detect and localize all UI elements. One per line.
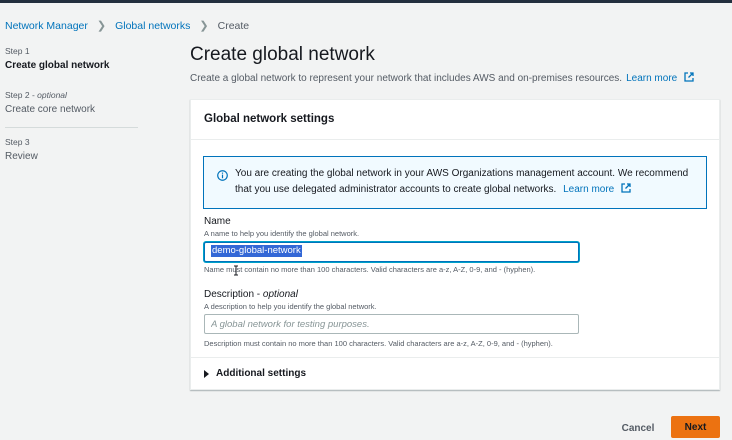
page-description-text: Create a global network to represent you… (190, 72, 623, 84)
step-2[interactable]: Step 2 - optional Create core network (5, 89, 140, 117)
alert-learn-more-link[interactable]: Learn more (563, 182, 631, 195)
info-icon (217, 170, 228, 181)
external-link-icon (621, 182, 631, 193)
additional-settings-expander[interactable]: Additional settings (204, 368, 306, 379)
breadcrumb-network-manager[interactable]: Network Manager (5, 20, 88, 32)
info-alert: You are creating the global network in y… (203, 156, 707, 209)
description-label: Description - optional (204, 289, 298, 300)
step-title: Review (5, 151, 38, 162)
next-button[interactable]: Next (671, 416, 720, 438)
name-description: A name to help you identify the global n… (204, 229, 360, 238)
chevron-right-icon: ❯ (199, 20, 209, 32)
optional-label: optional (37, 90, 67, 100)
panel-header: Global network settings (191, 100, 719, 140)
page-description: Create a global network to represent you… (190, 72, 694, 84)
step-1: Step 1 Create global network (5, 45, 140, 89)
breadcrumb-current: Create (217, 19, 250, 32)
description-input[interactable] (204, 314, 579, 334)
description-description: A description to help you identify the g… (204, 302, 377, 311)
name-hint: Name must contain no more than 100 chara… (204, 265, 536, 274)
page-title: Create global network (190, 44, 375, 65)
additional-settings-label: Additional settings (216, 368, 306, 379)
panel-title: Global network settings (204, 113, 335, 125)
name-label: Name (204, 216, 231, 227)
step-title: Create core network (5, 104, 96, 115)
caret-right-icon (204, 369, 209, 378)
step-title: Create global network (5, 60, 110, 71)
description-hint: Description must contain no more than 10… (204, 339, 553, 348)
name-input-selected-text: demo-global-network (211, 245, 302, 257)
top-bar (0, 0, 732, 3)
step-divider (5, 127, 138, 128)
mouse-cursor-icon (234, 265, 238, 276)
learn-more-link[interactable]: Learn more (626, 72, 694, 84)
divider (191, 357, 719, 358)
cancel-button[interactable]: Cancel (612, 417, 664, 439)
external-link-icon (684, 72, 694, 82)
step-number: Step 1 (5, 46, 30, 56)
optional-label: optional (262, 289, 298, 300)
step-number: Step 3 (5, 137, 30, 147)
breadcrumb: Network Manager ❯ Global networks ❯ Crea… (5, 19, 250, 33)
breadcrumb-global-networks[interactable]: Global networks (115, 20, 190, 32)
step-3[interactable]: Step 3 Review (5, 136, 140, 164)
step-number: Step 2 - optional (5, 90, 67, 100)
chevron-right-icon: ❯ (96, 20, 107, 32)
global-network-settings-panel: Global network settings You are creating… (190, 99, 720, 390)
wizard-steps: Step 1 Create global network Step 2 - op… (5, 45, 140, 164)
